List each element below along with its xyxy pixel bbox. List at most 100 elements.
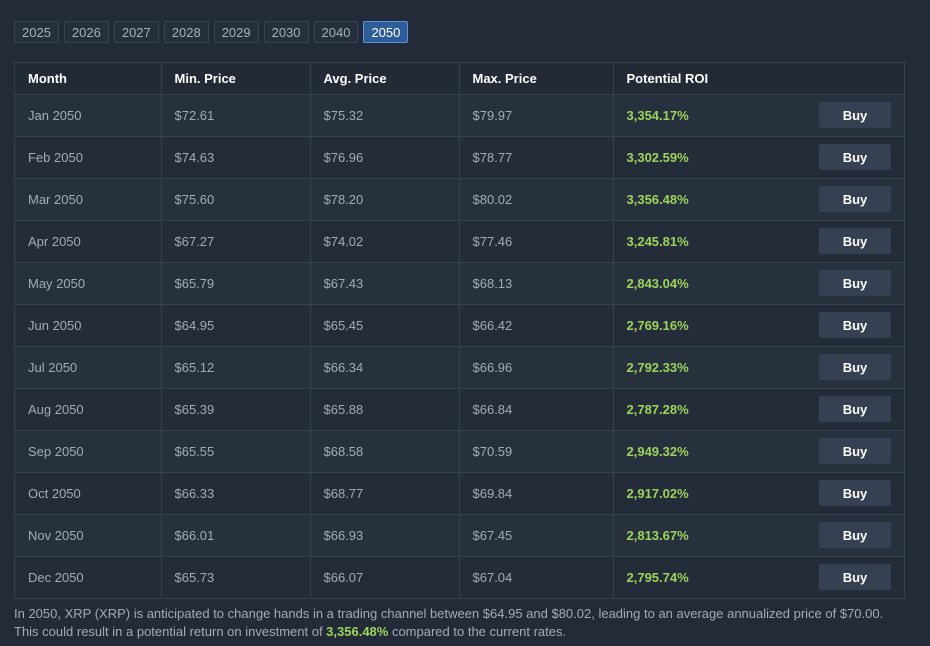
cell-month: Apr 2050 — [15, 220, 162, 263]
cell-min-price: $72.61 — [161, 94, 311, 137]
roi-value: 3,245.81% — [626, 234, 689, 249]
table-row: Apr 2050 $67.27 $74.02 $77.46 3,245.81% Buy — [15, 220, 904, 263]
cell-max-price: $69.84 — [459, 472, 614, 515]
buy-button[interactable]: Buy — [819, 102, 891, 128]
cell-avg-price: $66.93 — [310, 514, 460, 557]
roi-value: 2,843.04% — [626, 276, 689, 291]
cell-avg-price: $68.58 — [310, 430, 460, 473]
roi-value: 2,949.32% — [626, 444, 689, 459]
year-tab-2025[interactable]: 2025 — [14, 21, 59, 43]
cell-avg-price: $67.43 — [310, 262, 460, 305]
roi-value: 2,792.33% — [626, 360, 689, 375]
year-tab-2050[interactable]: 2050 — [363, 21, 409, 43]
column-header-max-price: Max. Price — [459, 63, 614, 95]
cell-roi: 2,917.02% Buy — [613, 472, 904, 515]
roi-value: 2,813.67% — [626, 528, 689, 543]
table-body: Jan 2050 $72.61 $75.32 $79.97 3,354.17% Buy Fe… — [15, 94, 904, 598]
table-row: Jan 2050 $72.61 $75.32 $79.97 3,354.17% Buy — [15, 94, 904, 137]
buy-button[interactable]: Buy — [819, 564, 891, 590]
cell-min-price: $75.60 — [161, 178, 311, 221]
price-prediction-table: Month Min. Price Avg. Price Max. Price P… — [15, 63, 904, 598]
buy-button[interactable]: Buy — [819, 522, 891, 548]
cell-roi: 3,302.59% Buy — [613, 136, 904, 179]
cell-month: Oct 2050 — [15, 472, 162, 515]
buy-button[interactable]: Buy — [819, 228, 891, 254]
summary-text-end: compared to the current rates. — [388, 624, 567, 639]
cell-min-price: $65.39 — [161, 388, 311, 431]
cell-min-price: $67.27 — [161, 220, 311, 263]
cell-min-price: $64.95 — [161, 304, 311, 347]
cell-min-price: $65.73 — [161, 556, 311, 598]
cell-avg-price: $68.77 — [310, 472, 460, 515]
cell-month: Jun 2050 — [15, 304, 162, 347]
cell-avg-price: $78.20 — [310, 178, 460, 221]
table-header-row: Month Min. Price Avg. Price Max. Price P… — [15, 63, 904, 95]
cell-max-price: $70.59 — [459, 430, 614, 473]
roi-value: 2,917.02% — [626, 486, 689, 501]
cell-avg-price: $76.96 — [310, 136, 460, 179]
cell-roi: 2,813.67% Buy — [613, 514, 904, 557]
cell-max-price: $80.02 — [459, 178, 614, 221]
cell-avg-price: $75.32 — [310, 94, 460, 137]
roi-value: 3,354.17% — [626, 108, 689, 123]
year-tab-2040[interactable]: 2040 — [313, 21, 359, 43]
roi-value: 3,356.48% — [626, 192, 689, 207]
cell-min-price: $66.01 — [161, 514, 311, 557]
roi-value: 2,795.74% — [626, 570, 689, 585]
table-row: Mar 2050 $75.60 $78.20 $80.02 3,356.48% Buy — [15, 178, 904, 221]
cell-max-price: $77.46 — [459, 220, 614, 263]
cell-month: Mar 2050 — [15, 178, 162, 221]
cell-roi: 2,792.33% Buy — [613, 346, 904, 389]
cell-max-price: $66.42 — [459, 304, 614, 347]
roi-value: 2,769.16% — [626, 318, 689, 333]
year-tab-2030[interactable]: 2030 — [263, 21, 309, 43]
buy-button[interactable]: Buy — [819, 186, 891, 212]
cell-avg-price: $65.88 — [310, 388, 460, 431]
year-tab-2028[interactable]: 2028 — [163, 21, 209, 43]
cell-min-price: $74.63 — [161, 136, 311, 179]
table-row: Aug 2050 $65.39 $65.88 $66.84 2,787.28% Buy — [15, 388, 904, 431]
buy-button[interactable]: Buy — [819, 354, 891, 380]
cell-max-price: $67.45 — [459, 514, 614, 557]
cell-avg-price: $74.02 — [310, 220, 460, 263]
roi-value: 2,787.28% — [626, 402, 689, 417]
table-row: Dec 2050 $65.73 $66.07 $67.04 2,795.74% Buy — [15, 556, 904, 598]
price-prediction-table-container: Month Min. Price Avg. Price Max. Price P… — [14, 62, 905, 599]
year-tabs: 2025 2026 2027 2028 2029 2030 2040 2050 — [14, 21, 409, 43]
year-tab-2029[interactable]: 2029 — [213, 21, 259, 43]
cell-min-price: $65.12 — [161, 346, 311, 389]
cell-month: Feb 2050 — [15, 136, 162, 179]
cell-min-price: $66.33 — [161, 472, 311, 515]
table-row: Oct 2050 $66.33 $68.77 $69.84 2,917.02% Buy — [15, 472, 904, 515]
roi-value: 3,302.59% — [626, 150, 689, 165]
year-tab-2026[interactable]: 2026 — [63, 21, 109, 43]
cell-month: Dec 2050 — [15, 556, 162, 598]
table-row: Jul 2050 $65.12 $66.34 $66.96 2,792.33% Buy — [15, 346, 904, 389]
cell-avg-price: $66.34 — [310, 346, 460, 389]
summary-paragraph: In 2050, XRP (XRP) is anticipated to cha… — [14, 605, 899, 641]
buy-button[interactable]: Buy — [819, 396, 891, 422]
buy-button[interactable]: Buy — [819, 270, 891, 296]
cell-month: May 2050 — [15, 262, 162, 305]
year-tab-2027[interactable]: 2027 — [113, 21, 159, 43]
table-row: Feb 2050 $74.63 $76.96 $78.77 3,302.59% Buy — [15, 136, 904, 179]
buy-button[interactable]: Buy — [819, 144, 891, 170]
cell-roi: 2,843.04% Buy — [613, 262, 904, 305]
cell-max-price: $78.77 — [459, 136, 614, 179]
cell-month: Jul 2050 — [15, 346, 162, 389]
cell-min-price: $65.79 — [161, 262, 311, 305]
cell-roi: 2,795.74% Buy — [613, 556, 904, 598]
cell-max-price: $66.96 — [459, 346, 614, 389]
column-header-potential-roi: Potential ROI — [613, 63, 904, 95]
buy-button[interactable]: Buy — [819, 312, 891, 338]
cell-roi: 2,787.28% Buy — [613, 388, 904, 431]
table-row: Jun 2050 $64.95 $65.45 $66.42 2,769.16% Buy — [15, 304, 904, 347]
buy-button[interactable]: Buy — [819, 480, 891, 506]
cell-month: Nov 2050 — [15, 514, 162, 557]
cell-roi: 2,769.16% Buy — [613, 304, 904, 347]
cell-max-price: $66.84 — [459, 388, 614, 431]
buy-button[interactable]: Buy — [819, 438, 891, 464]
table-row: Nov 2050 $66.01 $66.93 $67.45 2,813.67% Buy — [15, 514, 904, 557]
cell-month: Sep 2050 — [15, 430, 162, 473]
column-header-min-price: Min. Price — [161, 63, 311, 95]
